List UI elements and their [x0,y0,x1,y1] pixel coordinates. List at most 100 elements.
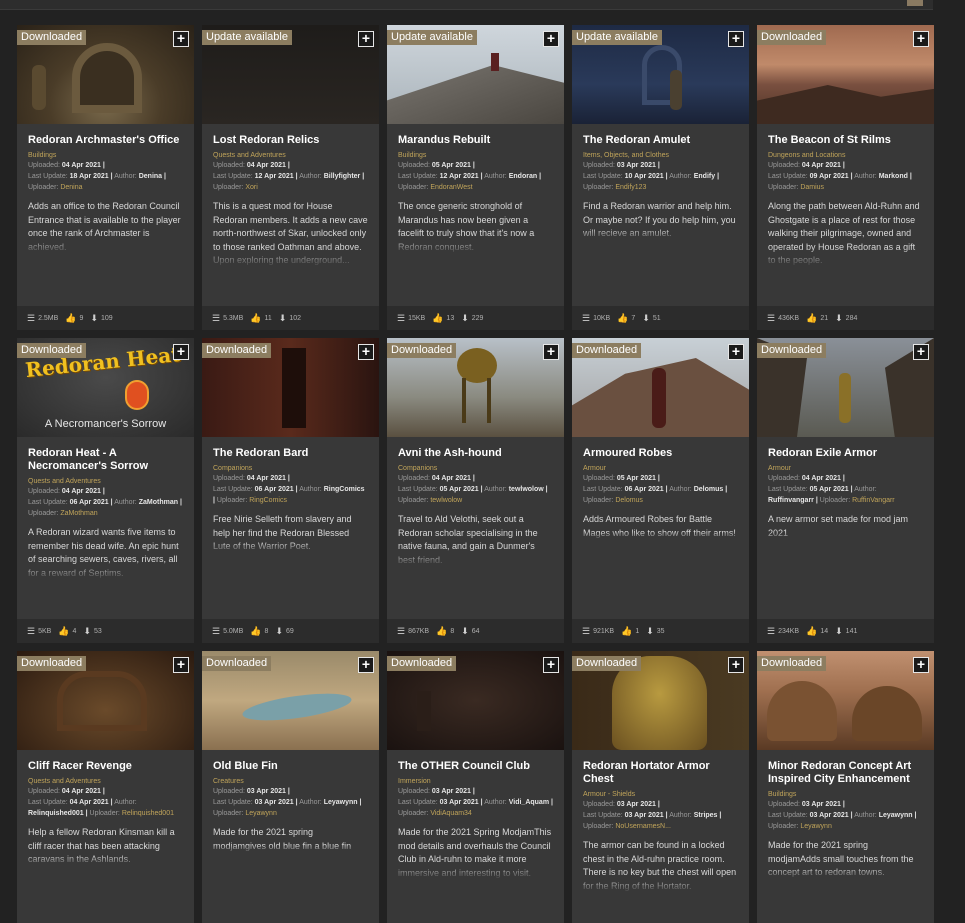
uploader-link[interactable]: VidiAquam34 [430,810,472,817]
add-to-collection-button[interactable]: + [728,31,744,47]
mod-card[interactable]: Downloaded + The OTHER Council Club Immersi… [387,651,564,923]
mod-card[interactable]: Downloaded + Redoran Archmaster's Office Bu… [17,25,194,330]
add-to-collection-button[interactable]: + [358,344,374,360]
uploader-link[interactable]: RingComics [249,497,287,504]
author-name[interactable]: Endify [694,173,715,180]
uploader-link[interactable]: Leyawynn [245,810,277,817]
add-to-collection-button[interactable]: + [913,31,929,47]
author-name[interactable]: Leyawynn [324,799,358,806]
author-name[interactable]: Leyawynn [879,812,913,819]
add-to-collection-button[interactable]: + [543,344,559,360]
mod-title[interactable]: Minor Redoran Concept Art Inspired City … [768,760,923,786]
mod-title[interactable]: Redoran Hortator Armor Chest [583,760,738,786]
mod-title[interactable]: Armoured Robes [583,447,738,460]
mod-card[interactable]: Update available + Lost Redoran Relics Ques… [202,25,379,330]
mod-category[interactable]: Quests and Adventures [28,477,183,486]
mod-thumbnail[interactable]: Redoran Heat A Necromancer's Sorrow Downlo… [17,338,194,437]
uploader-link[interactable]: Endify123 [615,184,646,191]
uploader-link[interactable]: Xori [245,184,257,191]
add-to-collection-button[interactable]: + [358,657,374,673]
mod-title[interactable]: Redoran Archmaster's Office [28,134,183,147]
author-name[interactable]: ZaMothman [139,499,178,506]
uploader-link[interactable]: Relinquished001 [122,810,174,817]
add-to-collection-button[interactable]: + [728,657,744,673]
mod-thumbnail[interactable]: Update available + [387,25,564,124]
uploader-link[interactable]: Leyawynn [800,823,832,830]
mod-category[interactable]: Immersion [398,777,553,786]
toolbar-button[interactable] [907,0,923,6]
add-to-collection-button[interactable]: + [913,344,929,360]
mod-card[interactable]: Downloaded + Redoran Exile Armor Armour Uplo… [757,338,934,643]
mod-category[interactable]: Companions [398,464,553,473]
uploader-link[interactable]: Damius [800,184,824,191]
mod-category[interactable]: Armour - Shields [583,790,738,799]
mod-title[interactable]: The Beacon of St Rilms [768,134,923,147]
mod-category[interactable]: Quests and Adventures [28,777,183,786]
uploader-link[interactable]: NoUsernamesN... [615,823,671,830]
mod-card[interactable]: Update available + The Redoran Amulet Items… [572,25,749,330]
mod-card[interactable]: Downloaded + Redoran Hortator Armor Chest A… [572,651,749,923]
uploader-link[interactable]: Delomus [615,497,643,504]
mod-category[interactable]: Buildings [28,151,183,160]
add-to-collection-button[interactable]: + [173,31,189,47]
mod-card[interactable]: Downloaded + Minor Redoran Concept Art Ins… [757,651,934,923]
uploader-link[interactable]: RuffinVangarr [852,497,895,504]
add-to-collection-button[interactable]: + [543,657,559,673]
mod-thumbnail[interactable]: Downloaded + [757,651,934,750]
author-name[interactable]: Endoran [509,173,537,180]
mod-title[interactable]: Avni the Ash-hound [398,447,553,460]
add-to-collection-button[interactable]: + [358,31,374,47]
add-to-collection-button[interactable]: + [913,657,929,673]
mod-category[interactable]: Armour [768,464,923,473]
uploader-link[interactable]: ZaMothman [60,510,97,517]
mod-card[interactable]: Downloaded + Armoured Robes Armour Uploaded:… [572,338,749,643]
mod-thumbnail[interactable]: Downloaded + [757,25,934,124]
mod-category[interactable]: Armour [583,464,738,473]
mod-thumbnail[interactable]: Downloaded + [202,651,379,750]
author-name[interactable]: Billyfighter [324,173,361,180]
mod-thumbnail[interactable]: Downloaded + [757,338,934,437]
mod-thumbnail[interactable]: Downloaded + [387,338,564,437]
mod-category[interactable]: Companions [213,464,368,473]
mod-card[interactable]: Downloaded + The Beacon of St Rilms Dungeon… [757,25,934,330]
author-name[interactable]: Markond [879,173,908,180]
mod-category[interactable]: Buildings [768,790,923,799]
add-to-collection-button[interactable]: + [173,344,189,360]
mod-category[interactable]: Creatures [213,777,368,786]
add-to-collection-button[interactable]: + [173,657,189,673]
author-name[interactable]: Relinquished001 [28,810,84,817]
mod-thumbnail[interactable]: Downloaded + [572,651,749,750]
author-name[interactable]: Delomus [694,486,724,493]
mod-category[interactable]: Buildings [398,151,553,160]
author-name[interactable]: Ruffinvangarr [768,497,814,504]
mod-thumbnail[interactable]: Update available + [202,25,379,124]
mod-category[interactable]: Dungeons and Locations [768,151,923,160]
mod-card[interactable]: Downloaded + Old Blue Fin Creatures Uploaded… [202,651,379,923]
mod-thumbnail[interactable]: Downloaded + [17,651,194,750]
author-name[interactable]: RingComics [324,486,365,493]
mod-category[interactable]: Quests and Adventures [213,151,368,160]
mod-title[interactable]: Cliff Racer Revenge [28,760,183,773]
author-name[interactable]: Stripes [694,812,718,819]
mod-card[interactable]: Update available + Marandus Rebuilt Buildin… [387,25,564,330]
mod-card[interactable]: Downloaded + Avni the Ash-hound Companions U… [387,338,564,643]
mod-card[interactable]: Downloaded + Cliff Racer Revenge Quests and… [17,651,194,923]
mod-category[interactable]: Items, Objects, and Clothes [583,151,738,160]
mod-title[interactable]: The Redoran Bard [213,447,368,460]
mod-title[interactable]: Marandus Rebuilt [398,134,553,147]
mod-title[interactable]: Redoran Heat - A Necromancer's Sorrow [28,447,183,473]
mod-title[interactable]: The Redoran Amulet [583,134,738,147]
mod-card[interactable]: Downloaded + The Redoran Bard Companions Upl… [202,338,379,643]
mod-title[interactable]: The OTHER Council Club [398,760,553,773]
mod-thumbnail[interactable]: Update available + [572,25,749,124]
mod-card[interactable]: Redoran Heat A Necromancer's Sorrow Downlo… [17,338,194,643]
mod-thumbnail[interactable]: Downloaded + [202,338,379,437]
mod-thumbnail[interactable]: Downloaded + [572,338,749,437]
mod-thumbnail[interactable]: Downloaded + [387,651,564,750]
add-to-collection-button[interactable]: + [543,31,559,47]
mod-thumbnail[interactable]: Downloaded + [17,25,194,124]
mod-title[interactable]: Old Blue Fin [213,760,368,773]
uploader-link[interactable]: tewlwolow [430,497,462,504]
uploader-link[interactable]: EndoranWest [430,184,472,191]
author-name[interactable]: Vidi_Aquam [509,799,549,806]
